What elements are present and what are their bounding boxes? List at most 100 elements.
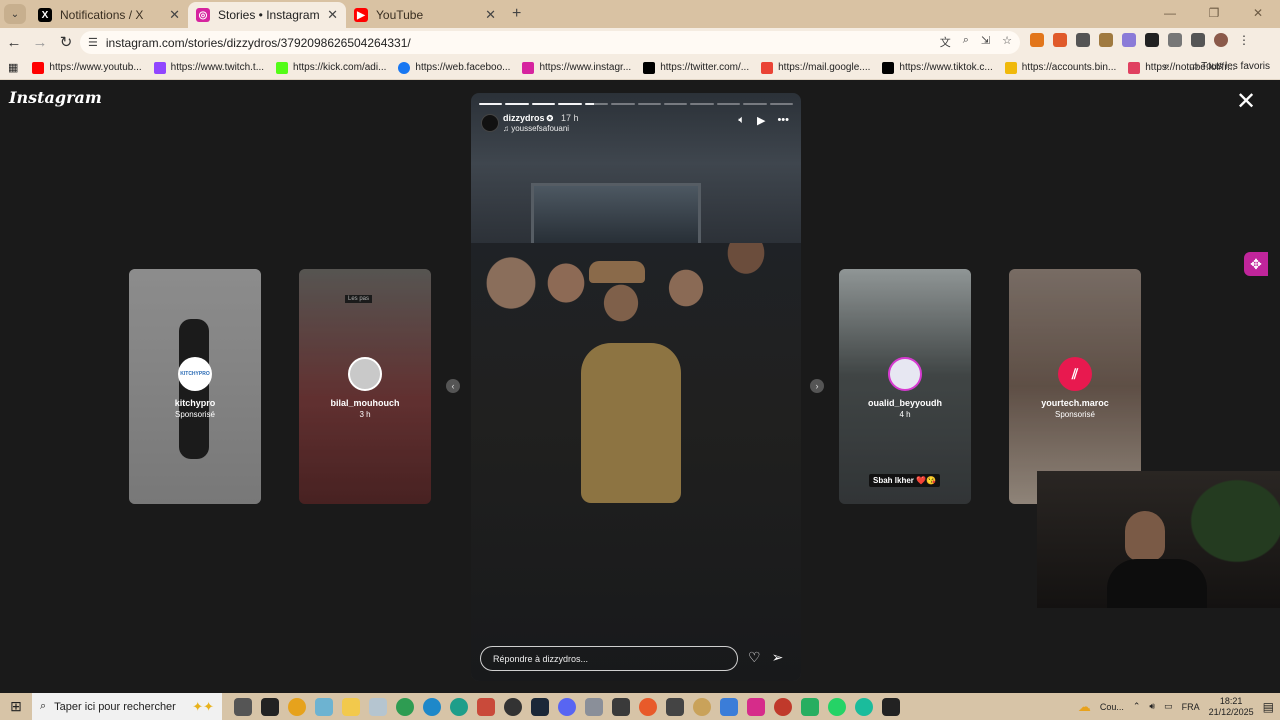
bookmark-item[interactable]: https://mail.google.... [761, 61, 870, 74]
steam-icon[interactable] [531, 697, 549, 716]
obs-icon[interactable] [504, 697, 522, 716]
chrome-icon[interactable] [288, 697, 306, 716]
more-bookmarks-icon[interactable]: » [1163, 61, 1169, 72]
forward-icon[interactable]: → [28, 34, 52, 51]
edge-icon[interactable] [423, 697, 441, 716]
address-bar[interactable]: ☰ instagram.com/stories/dizzydros/379209… [80, 31, 1020, 54]
previous-story-button[interactable]: ‹ [446, 379, 460, 393]
tab-youtube[interactable]: ▶ YouTube ✕ [346, 2, 504, 28]
more-menu-icon[interactable]: ⋮ [1237, 33, 1251, 47]
reply-input[interactable]: Répondre à dizzydros... [480, 646, 738, 671]
extension-icon[interactable] [1099, 33, 1113, 47]
app-icon[interactable] [801, 697, 819, 716]
zoom-icon[interactable]: ⌕ [963, 34, 969, 50]
extension-icon[interactable] [1053, 33, 1067, 47]
mute-icon[interactable]: 🔈︎ [738, 114, 745, 127]
progress-segment [531, 103, 556, 105]
app-icon[interactable] [747, 697, 765, 716]
app-icon[interactable] [585, 697, 603, 716]
app-icon[interactable] [720, 697, 738, 716]
app-icon[interactable] [855, 697, 873, 716]
x-logo-icon [643, 61, 656, 74]
edge-icon[interactable] [450, 697, 468, 716]
close-tab-icon[interactable]: ✕ [485, 7, 496, 23]
chrome-active-icon[interactable] [693, 697, 711, 716]
extension-icon[interactable] [1122, 33, 1136, 47]
new-tab-button[interactable]: + [512, 5, 521, 23]
puzzle-icon[interactable] [1168, 33, 1182, 47]
profile-avatar[interactable] [1214, 33, 1228, 47]
story-card-yourtech[interactable]: ⫽ yourtech.maroc Sponsorisé [1009, 269, 1141, 504]
story-card-oualid[interactable]: oualid_beyyoudh 4 h Sbah lkher ❤️😘 [839, 269, 971, 504]
bookmark-star-icon[interactable]: ☆ [1002, 34, 1012, 50]
bookmark-item[interactable]: https://twitter.com/... [643, 61, 749, 74]
network-icon[interactable]: ▭ [1164, 701, 1173, 712]
site-info-icon[interactable]: ☰ [88, 36, 98, 49]
tab-search-button[interactable]: ⌄ [4, 4, 26, 24]
story-card-kitchypro[interactable]: KITCHYPRO kitchypro Sponsorisé [129, 269, 261, 504]
close-window-icon[interactable]: ✕ [1236, 0, 1280, 26]
avatar[interactable] [481, 114, 499, 132]
install-icon[interactable]: ⇲ [981, 34, 990, 50]
instagram-logo[interactable]: Instagram [9, 88, 102, 107]
bookmark-item[interactable]: https://www.youtub... [32, 61, 142, 74]
story-main[interactable]: dizzydros ✪ 17 h ♫ youssefsafouani 🔈︎ ▶ •… [471, 93, 801, 681]
weather-text[interactable]: Cou... [1100, 702, 1124, 712]
taskbar-search[interactable]: ⌕ Taper ici pour rechercher ✦✦ [32, 693, 222, 720]
file-explorer-icon[interactable] [342, 697, 360, 716]
chrome-icon[interactable] [396, 697, 414, 716]
avatar: ⫽ [1058, 357, 1092, 391]
story-card-bilal[interactable]: Les pas bilal_mouhouch 3 h [299, 269, 431, 504]
bookmark-item[interactable]: https://kick.com/adi... [276, 61, 386, 74]
story-username-wrap[interactable]: dizzydros ✪ [503, 113, 553, 123]
close-icon[interactable]: ✕ [1236, 90, 1256, 114]
extension-icon[interactable] [1145, 33, 1159, 47]
epic-games-icon[interactable] [261, 697, 279, 716]
next-story-button[interactable]: › [810, 379, 824, 393]
side-extension-icon[interactable]: ✥ [1244, 252, 1268, 276]
clock[interactable]: 18:21 21/12/2025 [1209, 696, 1254, 718]
media-icon[interactable] [1191, 33, 1205, 47]
windows-start-icon[interactable]: ⊞ [0, 698, 32, 715]
notification-icon[interactable]: ▤ [1263, 700, 1274, 714]
chrome-icon[interactable] [774, 697, 792, 716]
calculator-icon[interactable] [612, 697, 630, 716]
app-icon[interactable] [639, 697, 657, 716]
app-icon[interactable] [315, 697, 333, 716]
app-icon[interactable] [477, 697, 495, 716]
play-icon[interactable]: ▶ [757, 114, 765, 127]
whatsapp-icon[interactable] [828, 697, 846, 716]
tab-x[interactable]: X Notifications / X ✕ [30, 2, 188, 28]
bookmark-item[interactable]: https://www.tiktok.c... [882, 61, 993, 74]
weather-icon[interactable]: ☁ [1078, 699, 1091, 715]
discord-icon[interactable] [558, 697, 576, 716]
bookmark-item[interactable]: https://www.instagr... [522, 61, 631, 74]
app-icon[interactable] [666, 697, 684, 716]
restore-icon[interactable]: ❐ [1192, 0, 1236, 26]
back-icon[interactable]: ← [2, 34, 26, 51]
task-view-icon[interactable] [234, 697, 252, 716]
story-music[interactable]: ♫ youssefsafouani [503, 124, 569, 133]
story-username: dizzydros [503, 113, 545, 123]
bookmark-item[interactable]: https://www.twitch.t... [153, 61, 264, 74]
bookmark-item[interactable]: https://accounts.bin... [1004, 61, 1116, 74]
translate-icon[interactable]: 文 [940, 34, 951, 50]
chevron-up-icon[interactable]: ⌃ [1133, 701, 1141, 712]
minimize-icon[interactable]: — [1148, 0, 1192, 26]
app-icon[interactable] [369, 697, 387, 716]
all-bookmarks[interactable]: ▭ Tous les favoris [1189, 61, 1270, 72]
close-tab-icon[interactable]: ✕ [169, 7, 180, 23]
reload-icon[interactable]: ↻ [54, 33, 78, 51]
bookmark-item[interactable]: https://web.faceboo... [398, 61, 510, 74]
app-icon[interactable] [882, 697, 900, 716]
close-tab-icon[interactable]: ✕ [327, 7, 338, 23]
apps-icon[interactable]: ▦ [8, 61, 18, 74]
more-options-icon[interactable]: ••• [777, 114, 789, 127]
tab-instagram[interactable]: ◎ Stories • Instagram ✕ [188, 2, 346, 28]
send-icon[interactable]: ➢ [772, 649, 784, 666]
extension-icon[interactable] [1076, 33, 1090, 47]
heart-icon[interactable]: ♡ [748, 649, 761, 666]
volume-icon[interactable]: 🔊︎ [1149, 701, 1155, 712]
language-indicator[interactable]: FRA [1182, 702, 1200, 712]
metamask-icon[interactable] [1030, 33, 1044, 47]
